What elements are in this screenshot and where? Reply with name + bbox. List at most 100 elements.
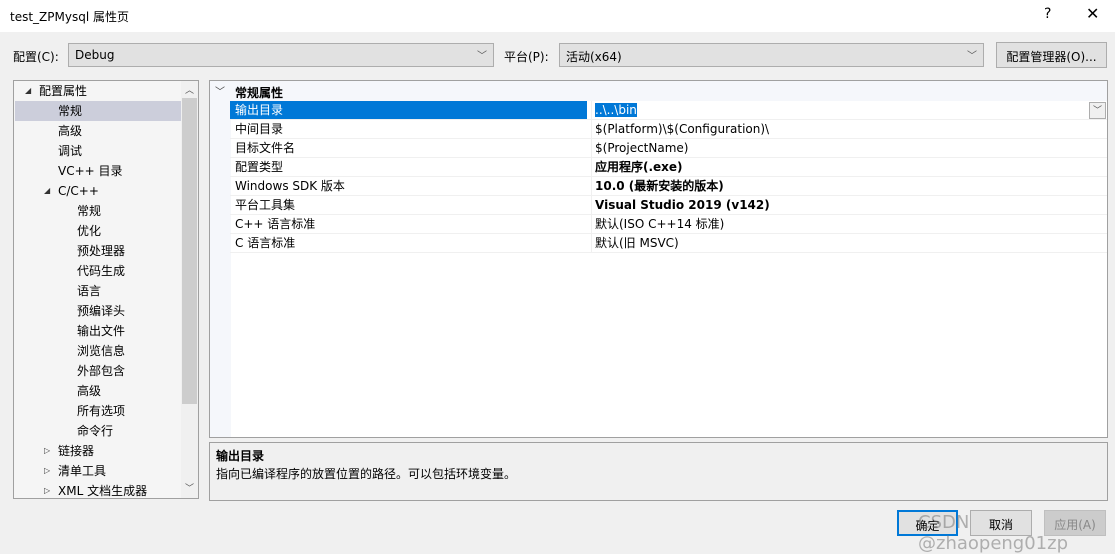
property-name: 平台工具集 [235, 198, 296, 212]
value-dropdown-button[interactable]: ﹀ [1089, 102, 1106, 119]
tree-item-label: 预处理器 [77, 244, 126, 258]
scroll-up-icon[interactable]: ︿ [185, 83, 194, 96]
chevron-down-icon: ﹀ [967, 51, 977, 62]
property-value[interactable]: 默认(旧 MSVC) [591, 234, 1107, 253]
window-title: test_ZPMysql 属性页 [10, 10, 129, 24]
tree-item[interactable]: ▷ XML 文档生成器 [15, 481, 181, 498]
tree-item-label: 常规 [77, 204, 102, 218]
property-row[interactable]: 中间目录 $(Platform)\$(Configuration)\ [230, 120, 1107, 139]
property-row[interactable]: Windows SDK 版本 10.0 (最新安装的版本) [230, 177, 1107, 196]
property-value[interactable]: 默认(ISO C++14 标准) [591, 215, 1107, 234]
property-value[interactable]: Visual Studio 2019 (v142) [591, 196, 1107, 215]
chevron-down-icon: ﹀ [477, 51, 487, 62]
platform-value: 活动(x64) [566, 50, 622, 64]
tree-item[interactable]: 常规 [15, 101, 181, 121]
tree-item[interactable]: 外部包含 [15, 361, 181, 381]
tree-item-label: 高级 [77, 384, 102, 398]
tree-item-label: 清单工具 [58, 464, 107, 478]
expand-arrow-icon[interactable]: ▷ [44, 481, 50, 498]
tree-item-label: VC++ 目录 [58, 164, 123, 178]
tree-item-label: 命令行 [77, 424, 114, 438]
property-name: 目标文件名 [235, 141, 296, 155]
property-value-text: 默认(ISO C++14 标准) [595, 217, 725, 231]
grid-gutter [210, 81, 231, 437]
platform-label: 平台(P): [504, 50, 549, 64]
property-row[interactable]: C 语言标准 默认(旧 MSVC) [230, 234, 1107, 253]
collapse-arrow-icon[interactable]: ◢ [44, 181, 50, 201]
tree-item[interactable]: 命令行 [15, 421, 181, 441]
property-name: C++ 语言标准 [235, 217, 316, 231]
tree-item[interactable]: 语言 [15, 281, 181, 301]
property-value-text: $(ProjectName) [595, 141, 689, 155]
tree-item[interactable]: 输出文件 [15, 321, 181, 341]
property-value-text: 默认(旧 MSVC) [595, 236, 679, 250]
tree-item[interactable]: 所有选项 [15, 401, 181, 421]
property-value-text: $(Platform)\$(Configuration)\ [595, 122, 770, 136]
tree-item[interactable]: ▷ 清单工具 [15, 461, 181, 481]
tree-item-label: C/C++ [58, 184, 99, 198]
config-manager-button[interactable]: 配置管理器(O)... [996, 42, 1107, 68]
property-value-text: ..\..\bin [595, 103, 637, 117]
property-value[interactable]: $(ProjectName) [591, 139, 1107, 158]
tree-item[interactable]: 调试 [15, 141, 181, 161]
tree-item[interactable]: ◢ C/C++ [15, 181, 181, 201]
tree-item-label: 外部包含 [77, 364, 126, 378]
expand-arrow-icon[interactable]: ▷ [44, 441, 50, 461]
tree-item-label: 配置属性 [39, 84, 88, 98]
title-bar [0, 0, 1115, 32]
property-value-text: 应用程序(.exe) [595, 160, 683, 174]
tree-item[interactable]: 高级 [15, 121, 181, 141]
property-row[interactable]: 输出目录 ..\..\bin [230, 101, 1107, 120]
property-row[interactable]: 配置类型 应用程序(.exe) [230, 158, 1107, 177]
property-value-text: 10.0 (最新安装的版本) [595, 179, 724, 193]
collapse-arrow-icon[interactable]: ◢ [25, 81, 31, 101]
tree-item[interactable]: ◢ 配置属性 [15, 81, 181, 101]
property-tree[interactable]: ◢ 配置属性 常规 高级 调试 VC++ 目录 ◢ C/C++ 常规 优化 预处理器 代码生成 语言 预编… [13, 80, 199, 499]
tree-item-label: 代码生成 [77, 264, 126, 278]
property-name: 配置类型 [235, 160, 284, 174]
expand-arrow-icon[interactable]: ▷ [44, 461, 50, 481]
help-button[interactable]: ? [1044, 6, 1051, 22]
tree-item-label: 所有选项 [77, 404, 126, 418]
tree-item[interactable]: ▷ 链接器 [15, 441, 181, 461]
property-row[interactable]: C++ 语言标准 默认(ISO C++14 标准) [230, 215, 1107, 234]
property-name: 中间目录 [235, 122, 284, 136]
property-value-text: Visual Studio 2019 (v142) [595, 198, 770, 212]
description-title: 输出目录 [216, 449, 265, 463]
property-name: 输出目录 [230, 101, 587, 119]
tree-item[interactable]: 浏览信息 [15, 341, 181, 361]
config-label: 配置(C): [13, 50, 59, 64]
property-row[interactable]: 目标文件名 $(ProjectName) [230, 139, 1107, 158]
tree-item[interactable]: 预处理器 [15, 241, 181, 261]
tree-item-label: 语言 [77, 284, 102, 298]
property-value[interactable]: $(Platform)\$(Configuration)\ [591, 120, 1107, 139]
tree-item-label: 浏览信息 [77, 344, 126, 358]
scroll-down-icon[interactable]: ﹀ [185, 481, 194, 494]
category-header[interactable]: ﹀ 常规属性 [210, 81, 1107, 101]
category-label: 常规属性 [235, 86, 284, 100]
close-button[interactable]: ✕ [1086, 4, 1099, 23]
config-value: Debug [75, 48, 115, 62]
tree-item-label: 预编译头 [77, 304, 126, 318]
property-name: C 语言标准 [235, 236, 296, 250]
property-value[interactable]: ..\..\bin [591, 101, 1107, 120]
config-select[interactable]: Debug ﹀ [68, 43, 494, 67]
chevron-down-icon[interactable]: ﹀ [215, 83, 225, 98]
property-row[interactable]: 平台工具集 Visual Studio 2019 (v142) [230, 196, 1107, 215]
tree-item-label: 调试 [58, 144, 83, 158]
property-value[interactable]: 应用程序(.exe) [591, 158, 1107, 177]
property-value[interactable]: 10.0 (最新安装的版本) [591, 177, 1107, 196]
tree-item-label: 优化 [77, 224, 102, 238]
tree-item-label: XML 文档生成器 [58, 484, 148, 498]
tree-item[interactable]: 代码生成 [15, 261, 181, 281]
tree-item[interactable]: 预编译头 [15, 301, 181, 321]
platform-select[interactable]: 活动(x64) ﹀ [559, 43, 984, 67]
tree-item-label: 输出文件 [77, 324, 126, 338]
tree-item[interactable]: 优化 [15, 221, 181, 241]
tree-item[interactable]: VC++ 目录 [15, 161, 181, 181]
tree-item-label: 高级 [58, 124, 83, 138]
watermark: CSDN @zhaopeng01zp [918, 512, 1069, 554]
tree-item[interactable]: 高级 [15, 381, 181, 401]
scrollbar-thumb[interactable] [182, 98, 197, 404]
tree-item[interactable]: 常规 [15, 201, 181, 221]
